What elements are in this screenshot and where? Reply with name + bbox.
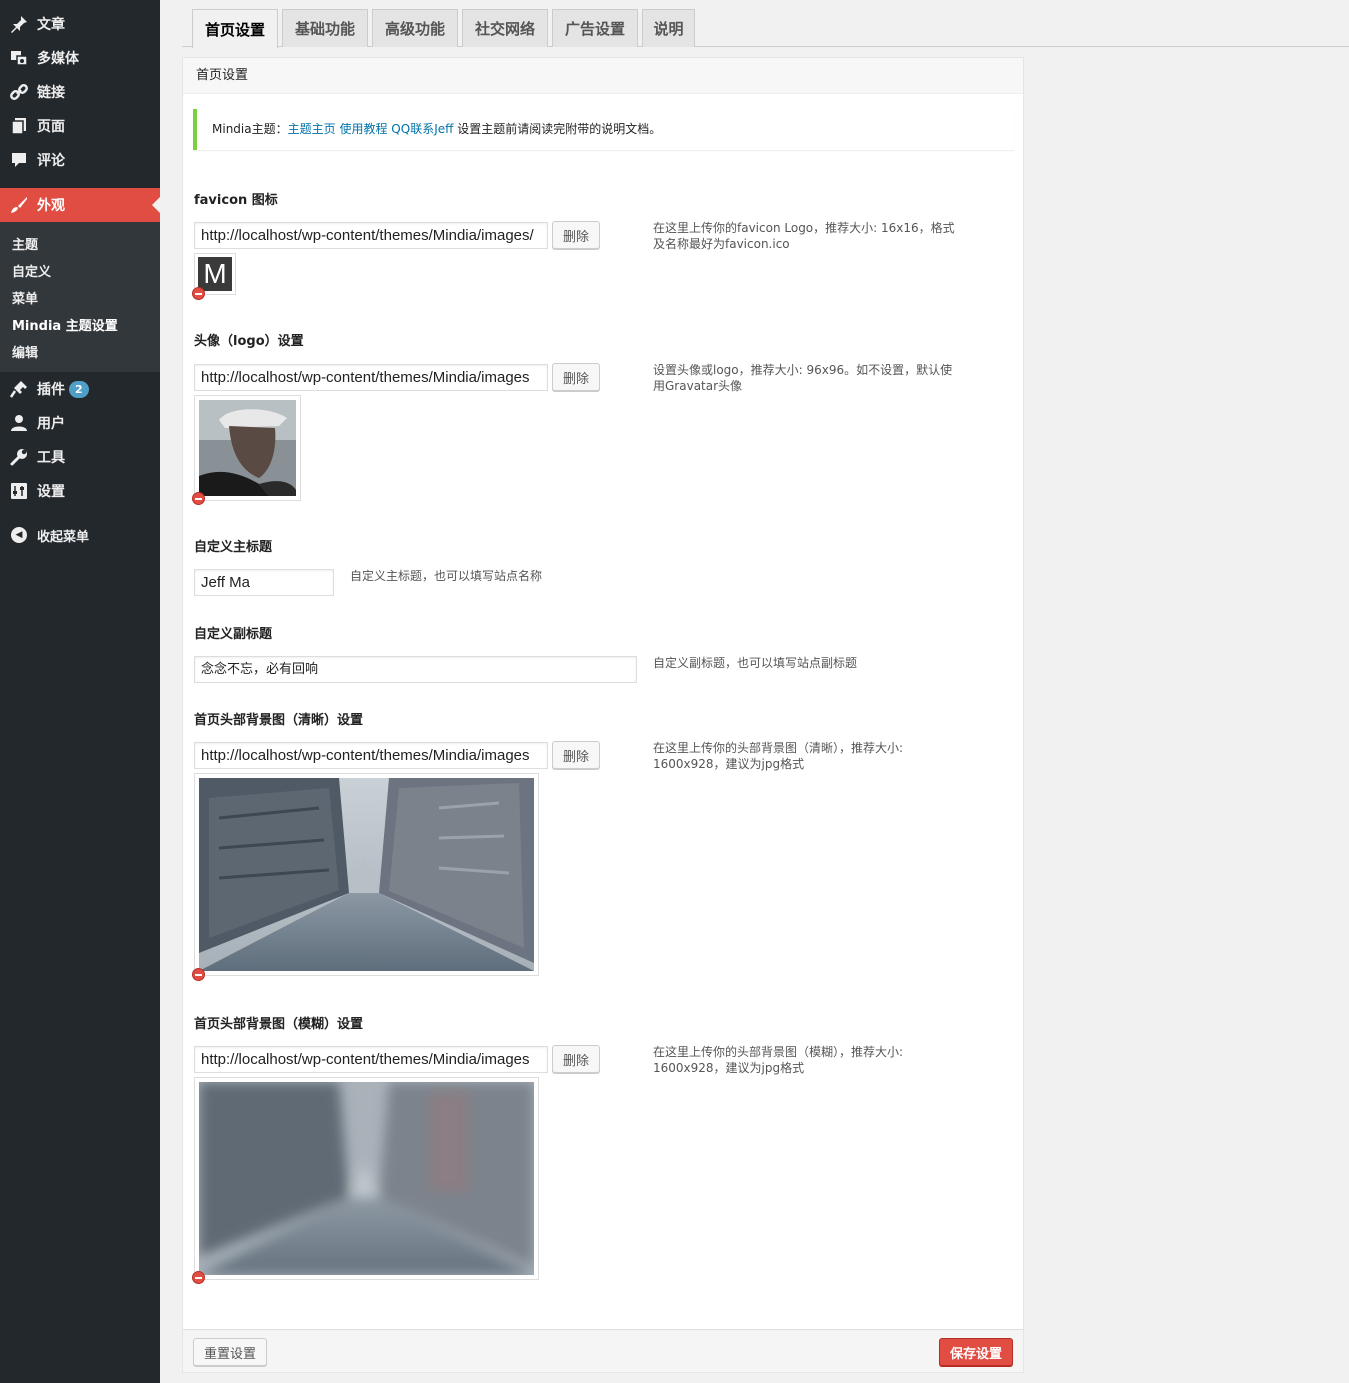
notice-suffix: 设置主题前请阅读完附带的说明文档。 bbox=[453, 122, 662, 136]
panel-title: 首页设置 bbox=[183, 58, 1023, 94]
sidebar-item-media[interactable]: 多媒体 bbox=[0, 41, 160, 75]
save-settings-button[interactable]: 保存设置 bbox=[939, 1338, 1013, 1366]
sidebar-item-label: 评论 bbox=[37, 153, 65, 169]
sidebar-item-label: 插件 bbox=[37, 382, 65, 398]
admin-sidebar: 文章 多媒体 链接 页面 评论 外观 主题 自定义 菜单 Mindia 主题设置… bbox=[0, 0, 160, 1383]
collapse-icon: ◀ bbox=[9, 525, 29, 545]
theme-notice: Mindia主题：主题主页 使用教程 QQ联系Jeff 设置主题前请阅读完附带的… bbox=[193, 109, 1014, 150]
favicon-delete-button[interactable]: 删除 bbox=[552, 221, 600, 249]
reset-settings-button[interactable]: 重置设置 bbox=[193, 1338, 267, 1366]
tutorial-link[interactable]: 使用教程 bbox=[339, 122, 387, 136]
favicon-preview-letter: M bbox=[198, 257, 232, 291]
sidebar-item-label: 外观 bbox=[37, 198, 65, 214]
sidebar-item-posts[interactable]: 文章 bbox=[0, 7, 160, 41]
tab-basic-features[interactable]: 基础功能 bbox=[282, 9, 368, 47]
header-bg-blur-delete-button[interactable]: 删除 bbox=[552, 1045, 600, 1073]
settings-icon bbox=[9, 481, 29, 501]
header-bg-blur-remove-icon[interactable] bbox=[192, 1271, 205, 1284]
sidebar-item-label: 工具 bbox=[37, 450, 65, 466]
favicon-url-input[interactable]: http://localhost/wp-content/themes/Mindi… bbox=[194, 222, 548, 249]
sidebar-item-users[interactable]: 用户 bbox=[0, 406, 160, 440]
link-icon bbox=[9, 82, 29, 102]
favicon-label: favicon 图标 bbox=[194, 193, 278, 208]
pin-icon bbox=[9, 14, 29, 34]
submenu-item-menus[interactable]: 菜单 bbox=[12, 288, 38, 307]
sidebar-item-label: 文章 bbox=[37, 17, 65, 33]
main-title-description: 自定义主标题，也可以填写站点名称 bbox=[350, 569, 543, 583]
submenu-item-mindia-settings[interactable]: Mindia 主题设置 bbox=[12, 315, 118, 334]
collapse-menu-button[interactable]: ◀ 收起菜单 bbox=[0, 518, 160, 552]
subtitle-input[interactable]: 念念不忘，必有回响 bbox=[194, 656, 637, 683]
header-bg-clear-delete-button[interactable]: 删除 bbox=[552, 741, 600, 769]
sidebar-item-label: 页面 bbox=[37, 119, 65, 135]
submenu-item-editor[interactable]: 编辑 bbox=[12, 342, 38, 361]
avatar-description: 设置头像或logo，推荐大小: 96x96。如不设置，默认使用Gravatar头… bbox=[653, 363, 953, 393]
header-bg-blur-label: 首页头部背景图（模糊）设置 bbox=[194, 1017, 364, 1032]
header-bg-clear-input[interactable]: http://localhost/wp-content/themes/Mindi… bbox=[194, 742, 548, 769]
avatar-label: 头像（logo）设置 bbox=[194, 334, 304, 349]
collapse-label: 收起菜单 bbox=[37, 529, 90, 545]
sidebar-item-comments[interactable]: 评论 bbox=[0, 143, 160, 177]
main-title-label: 自定义主标题 bbox=[194, 540, 273, 555]
favicon-description: 在这里上传你的favicon Logo，推荐大小: 16x16，格式及名称最好为… bbox=[653, 221, 955, 251]
tab-help[interactable]: 说明 bbox=[642, 9, 695, 47]
header-bg-blur-description: 在这里上传你的头部背景图（模糊），推荐大小: 1600x928，建议为jpg格式 bbox=[653, 1045, 904, 1075]
header-bg-clear-label: 首页头部背景图（清晰）设置 bbox=[194, 713, 364, 728]
subtitle-description: 自定义副标题，也可以填写站点副标题 bbox=[653, 656, 858, 670]
sidebar-item-plugins[interactable]: 插件 2 bbox=[0, 372, 160, 406]
avatar-preview bbox=[194, 395, 301, 501]
tab-home-settings[interactable]: 首页设置 bbox=[192, 9, 278, 48]
page-icon bbox=[9, 116, 29, 136]
tab-ad-settings[interactable]: 广告设置 bbox=[552, 9, 638, 47]
wrench-icon bbox=[9, 447, 29, 467]
update-count-badge: 2 bbox=[69, 380, 89, 398]
header-bg-clear-preview bbox=[194, 773, 539, 976]
brush-icon bbox=[9, 195, 29, 215]
appearance-submenu: 主题 自定义 菜单 Mindia 主题设置 编辑 bbox=[0, 222, 160, 372]
media-icon bbox=[9, 48, 29, 68]
header-bg-clear-remove-icon[interactable] bbox=[192, 968, 205, 981]
tab-advanced-features[interactable]: 高级功能 bbox=[372, 9, 458, 47]
sidebar-item-tools[interactable]: 工具 bbox=[0, 440, 160, 474]
comment-icon bbox=[9, 150, 29, 170]
qq-contact-link[interactable]: QQ联系Jeff bbox=[391, 122, 453, 136]
main-title-input[interactable]: Jeff Ma bbox=[194, 569, 334, 596]
plugin-icon bbox=[9, 379, 29, 399]
favicon-remove-icon[interactable] bbox=[192, 287, 205, 300]
user-icon bbox=[9, 413, 29, 433]
subtitle-label: 自定义副标题 bbox=[194, 627, 273, 642]
theme-home-link[interactable]: 主题主页 bbox=[288, 122, 336, 136]
sidebar-item-label: 链接 bbox=[37, 85, 65, 101]
settings-panel: 首页设置 Mindia主题：主题主页 使用教程 QQ联系Jeff 设置主题前请阅… bbox=[182, 57, 1024, 1373]
settings-tabs: 首页设置 基础功能 高级功能 社交网络 广告设置 说明 bbox=[182, 8, 1349, 48]
sidebar-item-label: 多媒体 bbox=[37, 51, 79, 67]
sidebar-item-links[interactable]: 链接 bbox=[0, 75, 160, 109]
notice-prefix: Mindia主题： bbox=[212, 122, 288, 136]
sidebar-item-pages[interactable]: 页面 bbox=[0, 109, 160, 143]
street-photo-blur bbox=[199, 1082, 534, 1275]
header-bg-clear-description: 在这里上传你的头部背景图（清晰），推荐大小: 1600x928，建议为jpg格式 bbox=[653, 741, 904, 771]
tab-social-network[interactable]: 社交网络 bbox=[462, 9, 548, 47]
sidebar-item-label: 用户 bbox=[37, 416, 65, 432]
submenu-item-themes[interactable]: 主题 bbox=[12, 234, 38, 253]
avatar-delete-button[interactable]: 删除 bbox=[552, 363, 600, 391]
avatar-remove-icon[interactable] bbox=[192, 492, 205, 505]
sidebar-item-settings[interactable]: 设置 bbox=[0, 474, 160, 508]
submenu-item-customize[interactable]: 自定义 bbox=[12, 261, 51, 280]
sidebar-item-label: 设置 bbox=[37, 484, 65, 500]
avatar-url-input[interactable]: http://localhost/wp-content/themes/Mindi… bbox=[194, 364, 548, 391]
panel-footer: 重置设置 保存设置 bbox=[183, 1329, 1023, 1372]
street-photo-clear bbox=[199, 778, 534, 971]
header-bg-blur-preview bbox=[194, 1077, 539, 1280]
header-bg-blur-input[interactable]: http://localhost/wp-content/themes/Mindi… bbox=[194, 1046, 548, 1073]
sidebar-item-appearance[interactable]: 外观 bbox=[0, 188, 160, 222]
avatar-photo bbox=[199, 400, 296, 496]
